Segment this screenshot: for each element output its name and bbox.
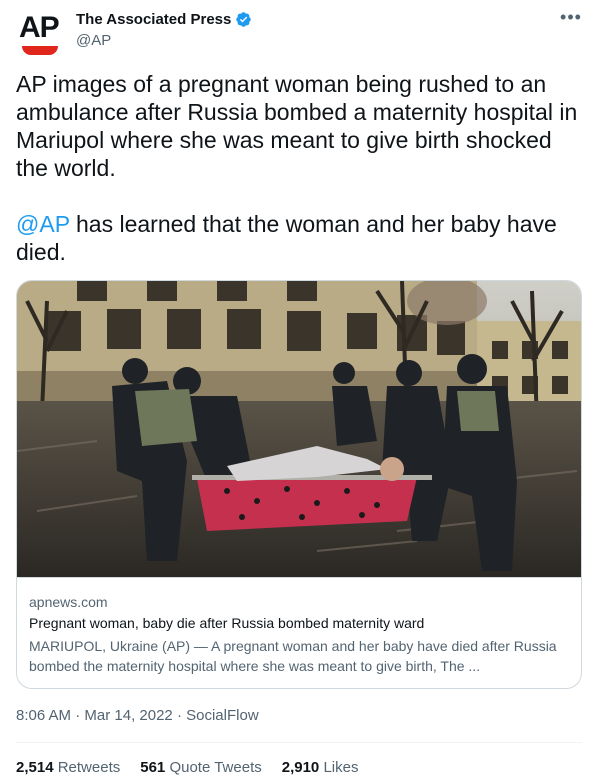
quote-tweets-count: 561: [140, 759, 166, 776]
separator-dot: ·: [75, 707, 85, 724]
quote-tweets-label: Quote Tweets: [169, 759, 262, 776]
display-name[interactable]: The Associated Press: [76, 11, 231, 28]
card-photo[interactable]: [17, 281, 581, 577]
mention-link[interactable]: @AP: [16, 211, 70, 237]
tweet-text: AP images of a pregnant woman being rush…: [16, 70, 582, 266]
avatar-logo-text: AP: [19, 11, 60, 44]
verified-badge-icon: [236, 12, 252, 27]
card-title[interactable]: Pregnant woman, baby die after Russia bo…: [29, 615, 424, 631]
more-options-icon[interactable]: •••: [556, 8, 586, 30]
tweet-paragraph-1: AP images of a pregnant woman being rush…: [16, 71, 578, 181]
retweets-stat[interactable]: 2,514 Retweets: [16, 759, 120, 776]
tweet-paragraph-2-text: has learned that the woman and her baby …: [16, 211, 557, 265]
author-name-row[interactable]: The Associated Press: [76, 11, 252, 28]
card-domain: apnews.com: [29, 594, 108, 610]
likes-label: Likes: [323, 759, 359, 776]
retweets-label: Retweets: [57, 759, 121, 776]
tweet-date[interactable]: Mar 14, 2022: [84, 707, 172, 724]
tweet-paragraph-2: @AP has learned that the woman and her b…: [16, 210, 582, 266]
author-handle[interactable]: @AP: [76, 32, 111, 49]
quote-tweets-stat[interactable]: 561 Quote Tweets: [140, 759, 261, 776]
likes-count: 2,910: [281, 759, 320, 776]
tweet: AP The Associated Press @AP ••• AP image…: [0, 0, 596, 781]
retweets-count: 2,514: [16, 759, 54, 776]
separator-dot: ·: [176, 707, 187, 724]
tweet-time[interactable]: 8:06 AM: [16, 707, 71, 724]
engagement-stats: 2,514 Retweets 561 Quote Tweets 2,910 Li…: [16, 759, 378, 776]
likes-stat[interactable]: 2,910 Likes: [282, 759, 359, 776]
avatar[interactable]: AP: [16, 10, 64, 58]
link-card[interactable]: apnews.com Pregnant woman, baby die afte…: [16, 280, 582, 689]
tweet-source[interactable]: SocialFlow: [186, 707, 259, 724]
tweet-timestamp: 8:06 AM · Mar 14, 2022 · SocialFlow: [16, 707, 259, 724]
avatar-logo-bar: [22, 46, 58, 55]
divider: [16, 742, 582, 743]
card-description: MARIUPOL, Ukraine (AP) — A pregnant woma…: [29, 638, 557, 674]
card-meta[interactable]: apnews.com Pregnant woman, baby die afte…: [17, 577, 581, 688]
